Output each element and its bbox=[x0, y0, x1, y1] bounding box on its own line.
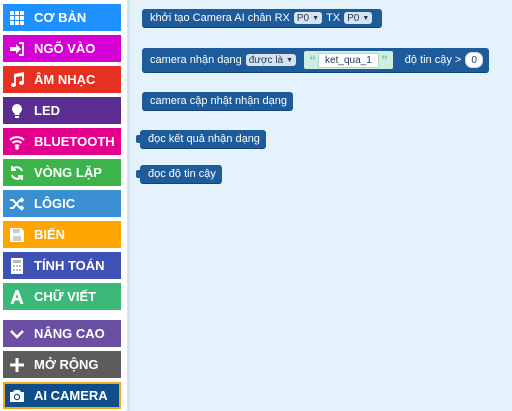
read-result-block[interactable]: đọc kết quả nhận dạng bbox=[136, 130, 266, 148]
sidebar-item-chữ-viết[interactable]: CHỮ VIẾT bbox=[3, 283, 121, 310]
open-quote-icon: “ bbox=[309, 52, 317, 68]
sidebar-item-ngõ-vào[interactable]: NGÕ VÀO bbox=[3, 35, 121, 62]
sidebar-item-label: VÒNG LẶP bbox=[34, 165, 102, 180]
camera-update-label: camera cập nhật nhận dạng bbox=[150, 95, 287, 107]
sidebar-item-mở-rộng[interactable]: MỞ RỘNG bbox=[3, 351, 121, 378]
sign-in-icon bbox=[9, 41, 25, 57]
sidebar-item-label: LÔGIC bbox=[34, 196, 76, 211]
save-icon bbox=[9, 227, 25, 243]
lightbulb-icon bbox=[9, 103, 25, 119]
sidebar-item-label: AI CAMERA bbox=[34, 388, 108, 403]
sidebar-item-led[interactable]: LED bbox=[3, 97, 121, 124]
sidebar-item-biến[interactable]: BIẾN bbox=[3, 221, 121, 248]
camera-detect-label: camera nhận dạng bbox=[150, 54, 242, 66]
string-input[interactable]: ket_qua_1 bbox=[318, 52, 379, 68]
sidebar-item-vòng-lặp[interactable]: VÒNG LẶP bbox=[3, 159, 121, 186]
sidebar-item-lôgic[interactable]: LÔGIC bbox=[3, 190, 121, 217]
sidebar-item-cơ-bản[interactable]: CƠ BẢN bbox=[3, 4, 121, 31]
read-confidence-label: đọc độ tin cậy bbox=[148, 168, 216, 180]
chevron-down-icon: ▼ bbox=[362, 14, 370, 22]
sidebar-item-label: NÂNG CAO bbox=[34, 326, 105, 341]
tx-pin-dropdown[interactable]: P0 ▼ bbox=[344, 12, 373, 24]
close-quote-icon: ” bbox=[380, 52, 388, 68]
confidence-input[interactable]: 0 bbox=[465, 52, 483, 68]
sidebar-item-label: BIẾN bbox=[34, 227, 66, 242]
sidebar-item-nâng-cao[interactable]: NÂNG CAO bbox=[3, 320, 121, 347]
camera-init-label: khởi tạo Camera AI chân RX bbox=[150, 12, 290, 24]
plus-icon bbox=[9, 357, 25, 373]
rx-pin-dropdown[interactable]: P0 ▼ bbox=[293, 12, 323, 24]
camera-detect-block[interactable]: camera nhận dạng được là ▼ “ ket_qua_1 ” … bbox=[142, 48, 489, 72]
block-workspace[interactable]: khởi tạo Camera AI chân RX P0 ▼ TX P0 ▼ ca… bbox=[127, 0, 512, 411]
sidebar-item-label: LED bbox=[34, 103, 60, 118]
output-nub bbox=[136, 170, 141, 178]
output-nub bbox=[136, 135, 141, 143]
sidebar-item-label: BLUETOOTH bbox=[34, 134, 115, 149]
sidebar-item-label: NGÕ VÀO bbox=[34, 41, 96, 56]
sidebar-item-label: TÍNH TOÁN bbox=[34, 258, 105, 273]
music-note-icon bbox=[9, 71, 25, 88]
camera-init-block[interactable]: khởi tạo Camera AI chân RX P0 ▼ TX P0 ▼ bbox=[142, 9, 383, 27]
toolbox-sidebar: CƠ BẢN NGÕ VÀO ÂM NHẠC LED BLUETOOTH VÒNG LẶP… bbox=[0, 0, 127, 411]
calculator-icon bbox=[9, 257, 25, 274]
refresh-icon bbox=[9, 165, 25, 181]
sidebar-item-tính-toán[interactable]: TÍNH TOÁN bbox=[3, 252, 121, 279]
camera-icon bbox=[9, 388, 25, 404]
chevron-down-icon: ▼ bbox=[312, 14, 320, 22]
text-a-icon bbox=[9, 289, 25, 305]
tx-label: TX bbox=[326, 12, 341, 24]
wifi-icon bbox=[9, 134, 25, 150]
sidebar-item-label: CHỮ VIẾT bbox=[34, 289, 97, 304]
chevron-down-icon: ▼ bbox=[286, 56, 294, 64]
string-block[interactable]: “ ket_qua_1 ” bbox=[304, 51, 393, 69]
grid-icon bbox=[9, 10, 25, 26]
sidebar-item-label: MỞ RỘNG bbox=[34, 357, 99, 372]
sidebar-item-ai-camera[interactable]: AI CAMERA bbox=[3, 382, 121, 409]
camera-update-block[interactable]: camera cập nhật nhận dạng bbox=[142, 92, 293, 110]
sidebar-item-bluetooth[interactable]: BLUETOOTH bbox=[3, 128, 121, 155]
read-confidence-block[interactable]: đọc độ tin cậy bbox=[136, 165, 222, 183]
sidebar-item-label: CƠ BẢN bbox=[34, 10, 87, 25]
shuffle-icon bbox=[9, 196, 25, 212]
read-result-label: đọc kết quả nhận dạng bbox=[148, 133, 260, 145]
confidence-label: độ tin cậy > bbox=[404, 54, 462, 66]
detect-op-dropdown[interactable]: được là ▼ bbox=[245, 54, 297, 66]
sidebar-item-label: ÂM NHẠC bbox=[34, 72, 96, 87]
sidebar-item-âm-nhạc[interactable]: ÂM NHẠC bbox=[3, 66, 121, 93]
chevron-down-icon bbox=[9, 326, 25, 342]
